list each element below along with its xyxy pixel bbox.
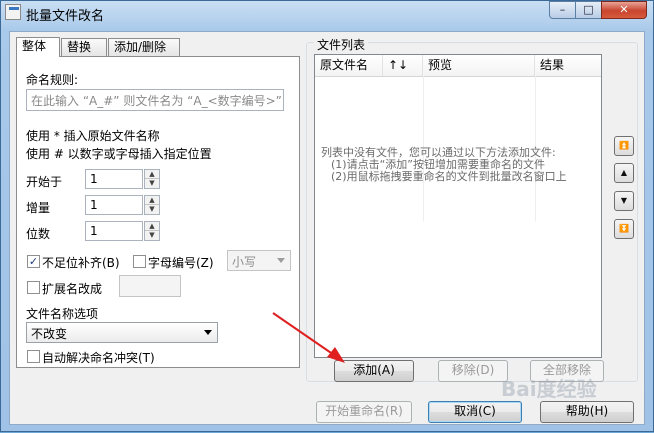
- tab-overall[interactable]: 整体: [16, 37, 60, 57]
- app-window: 批量文件改名 – □ ✕ 整体 替换 添加/删除 命名规则: 在此输入 “A_#…: [0, 0, 654, 432]
- annotation-arrow-icon: [272, 312, 345, 363]
